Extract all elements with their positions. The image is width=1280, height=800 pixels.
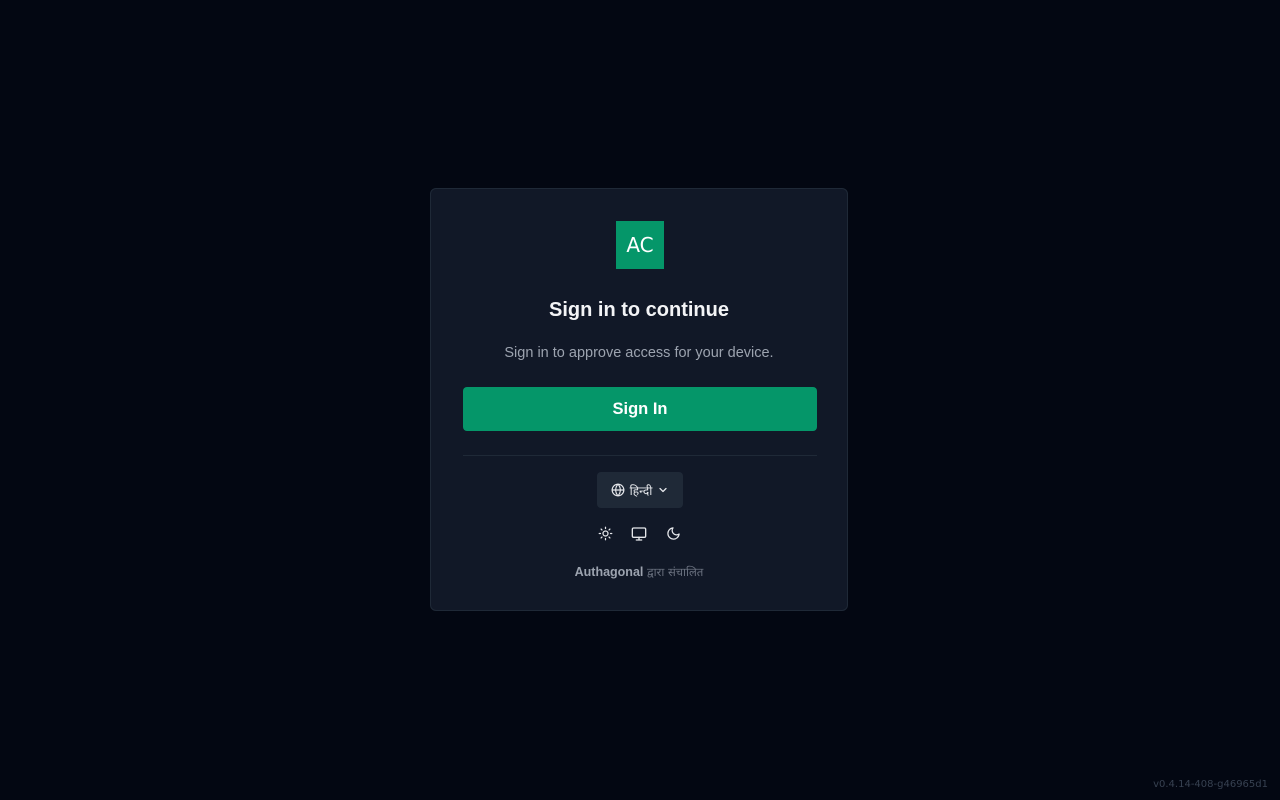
sun-icon bbox=[598, 526, 613, 546]
page-title: Sign in to continue bbox=[549, 299, 729, 321]
monitor-icon bbox=[631, 526, 647, 547]
sign-in-button[interactable]: Sign In bbox=[463, 387, 817, 431]
divider bbox=[463, 455, 817, 456]
language-select-value: हिन्दी bbox=[629, 483, 653, 498]
app-logo: AC bbox=[616, 221, 664, 269]
powered-by-suffix: द्वारा संचालित bbox=[643, 565, 704, 579]
globe-icon bbox=[611, 483, 625, 497]
language-select[interactable]: हिन्दी bbox=[597, 472, 683, 508]
chevron-down-icon bbox=[657, 484, 669, 496]
theme-system-button[interactable] bbox=[629, 526, 649, 546]
theme-switcher bbox=[431, 526, 847, 546]
theme-dark-button[interactable] bbox=[663, 526, 683, 546]
page-subtitle: Sign in to approve access for your devic… bbox=[504, 345, 774, 361]
moon-icon bbox=[666, 526, 681, 546]
theme-light-button[interactable] bbox=[595, 526, 615, 546]
powered-by: Authagonal द्वारा संचालित bbox=[431, 565, 847, 580]
version-label: v0.4.14-408-g46965d1 bbox=[1153, 779, 1268, 790]
powered-by-brand: Authagonal bbox=[574, 565, 644, 579]
signin-card: AC Sign in to continue Sign in to approv… bbox=[430, 188, 848, 611]
